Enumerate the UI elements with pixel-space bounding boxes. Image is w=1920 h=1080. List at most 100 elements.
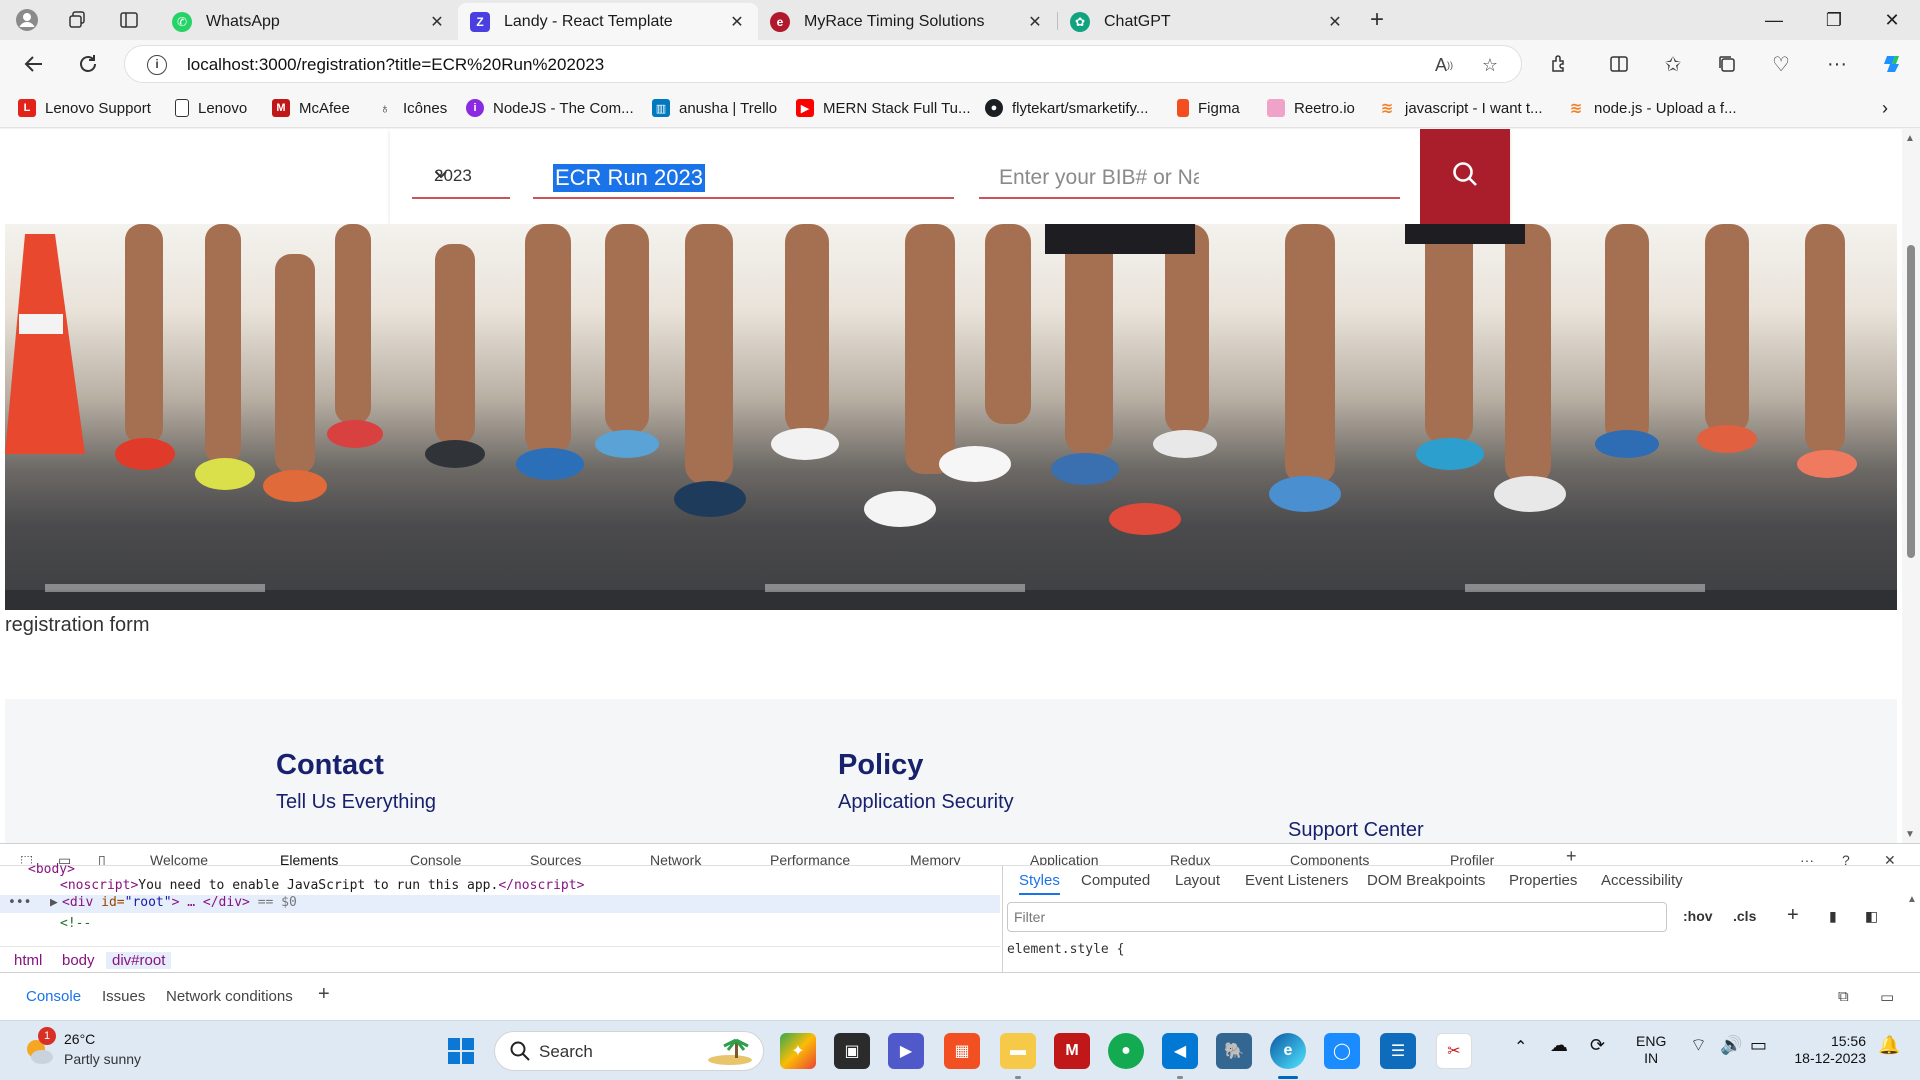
footer-support-link[interactable]: Support Center bbox=[1288, 819, 1424, 842]
tab-devtools-memory[interactable]: Memory bbox=[910, 852, 961, 865]
styles-filter-input[interactable]: Filter bbox=[1007, 902, 1667, 932]
split-screen-icon[interactable] bbox=[1602, 48, 1636, 80]
crumb-html[interactable]: html bbox=[14, 952, 42, 969]
task-view-icon[interactable]: ▣ bbox=[834, 1033, 870, 1069]
mongodb-compass-icon[interactable]: ● bbox=[1108, 1033, 1144, 1069]
weather-widget[interactable]: 1 26°C Partly sunny bbox=[22, 1027, 202, 1073]
close-drawer-icon[interactable]: ▭ bbox=[1880, 988, 1894, 1006]
settings-app-icon[interactable]: ◯ bbox=[1324, 1033, 1360, 1069]
tab-devtools-components[interactable]: Components bbox=[1290, 852, 1369, 865]
postgresql-icon[interactable]: 🐘 bbox=[1216, 1033, 1252, 1069]
tab-devtools-application[interactable]: Application bbox=[1030, 852, 1099, 865]
devtools-more-icon[interactable]: ··· bbox=[1800, 852, 1814, 865]
dock-side-icon[interactable]: ⧉ bbox=[1838, 988, 1849, 1005]
scroll-down-icon[interactable]: ▼ bbox=[1905, 829, 1915, 840]
show-hidden-icons-icon[interactable]: ⌃ bbox=[1514, 1039, 1527, 1056]
code-root-div-selected[interactable]: ••• ▶ <div id="root"> … </div> == $0 bbox=[0, 895, 1000, 913]
bib-search-input[interactable]: Enter your BIB# or Name bbox=[979, 157, 1400, 199]
footer-contact-link[interactable]: Tell Us Everything bbox=[276, 791, 436, 814]
tab-styles[interactable]: Styles bbox=[1019, 872, 1060, 895]
close-icon[interactable]: ✕ bbox=[728, 12, 746, 32]
tab-devtools-console[interactable]: Console bbox=[410, 852, 461, 865]
tab-devtools-elements[interactable]: Elements bbox=[280, 852, 339, 865]
tab-computed[interactable]: Computed bbox=[1081, 872, 1150, 889]
ellipsis-icon[interactable]: ••• bbox=[8, 895, 31, 910]
address-bar[interactable]: i localhost:3000/registration?title=ECR%… bbox=[124, 45, 1522, 83]
extensions-icon[interactable] bbox=[1542, 48, 1576, 80]
taskbar-search[interactable]: Search bbox=[494, 1031, 764, 1071]
class-toggle[interactable]: .cls bbox=[1733, 908, 1756, 924]
crumb-div-root[interactable]: div#root bbox=[106, 952, 172, 969]
bookmark-mern[interactable]: ▶ MERN Stack Full Tu... bbox=[796, 96, 971, 120]
mcafee-taskbar-icon[interactable]: M bbox=[1054, 1033, 1090, 1069]
tab-devtools-performance[interactable]: Performance bbox=[770, 852, 850, 865]
close-icon[interactable]: ✕ bbox=[428, 12, 446, 32]
bookmark-trello[interactable]: ▥ anusha | Trello bbox=[652, 96, 777, 120]
notifications-bell-icon[interactable]: 🔔 bbox=[1878, 1036, 1900, 1054]
teams-chat-icon[interactable]: ▶ bbox=[888, 1033, 924, 1069]
browser-essentials-icon[interactable]: ♡ bbox=[1764, 48, 1798, 80]
help-icon[interactable]: ? bbox=[1842, 852, 1850, 865]
bookmark-flytekart[interactable]: ● flytekart/smarketify... bbox=[985, 96, 1148, 120]
drawer-tab-console[interactable]: Console bbox=[26, 988, 81, 1005]
volume-icon[interactable]: 🔊 bbox=[1720, 1036, 1742, 1054]
new-tab-icon[interactable]: + bbox=[1360, 4, 1394, 36]
collections-icon[interactable] bbox=[1710, 48, 1744, 80]
code-noscript[interactable]: <noscript>You need to enable JavaScript … bbox=[60, 878, 584, 893]
bookmark-nodejs[interactable]: i NodeJS - The Com... bbox=[466, 96, 634, 120]
tab-devtools-sources[interactable]: Sources bbox=[530, 852, 581, 865]
tab-landy[interactable]: Z Landy - React Template ✕ bbox=[458, 3, 758, 40]
drawer-add-tab-icon[interactable]: + bbox=[318, 983, 330, 1006]
microsoft-store-icon[interactable]: ▦ bbox=[944, 1033, 980, 1069]
clock[interactable]: 15:56 18-12-2023 bbox=[1786, 1033, 1866, 1067]
code-comment[interactable]: <!-- bbox=[60, 916, 91, 931]
page-scrollbar[interactable]: ▲ ▼ bbox=[1902, 129, 1920, 843]
tab-accessibility[interactable]: Accessibility bbox=[1601, 872, 1683, 889]
sidebar-toggle-icon[interactable]: ◧ bbox=[1865, 908, 1878, 925]
bookmark-reetro[interactable]: Reetro.io bbox=[1267, 96, 1355, 120]
refresh-icon[interactable] bbox=[70, 48, 106, 80]
devtools-close-icon[interactable]: ✕ bbox=[1884, 852, 1896, 865]
more-tabs-plus-icon[interactable]: + bbox=[1566, 846, 1577, 865]
tab-dom-breakpoints[interactable]: DOM Breakpoints bbox=[1367, 872, 1485, 889]
sync-icon[interactable]: ⟳ bbox=[1590, 1036, 1605, 1054]
wifi-icon[interactable]: ⌔ bbox=[1690, 1036, 1707, 1054]
copilot-icon[interactable] bbox=[1876, 48, 1910, 80]
favorites-icon[interactable]: ✩ bbox=[1656, 48, 1690, 80]
bookmark-mcafee[interactable]: M McAfee bbox=[272, 96, 350, 120]
bookmark-nodejs-upload[interactable]: ≋ node.js - Upload a f... bbox=[1567, 96, 1737, 120]
year-select[interactable]: 2023 bbox=[412, 157, 510, 199]
notepad-icon[interactable]: ☰ bbox=[1380, 1033, 1416, 1069]
tab-layout[interactable]: Layout bbox=[1175, 872, 1220, 889]
tab-devtools-welcome[interactable]: Welcome bbox=[150, 852, 208, 865]
toggle-drawer-icon[interactable]: ▯ bbox=[98, 852, 106, 865]
tab-properties[interactable]: Properties bbox=[1509, 872, 1577, 889]
close-icon[interactable]: ✕ bbox=[1026, 12, 1044, 32]
tab-actions-icon[interactable] bbox=[112, 4, 146, 36]
edge-icon[interactable]: e bbox=[1270, 1033, 1306, 1069]
bookmark-lenovo-support[interactable]: L Lenovo Support bbox=[18, 96, 151, 120]
tab-event-listeners[interactable]: Event Listeners bbox=[1245, 872, 1348, 889]
profile-icon[interactable] bbox=[10, 4, 44, 36]
workspaces-icon[interactable] bbox=[60, 4, 94, 36]
vscode-icon[interactable]: ◀ bbox=[1162, 1033, 1198, 1069]
footer-policy-link[interactable]: Application Security bbox=[838, 791, 1014, 814]
event-name-input[interactable]: ECR Run 2023 bbox=[533, 157, 954, 199]
site-info-icon[interactable]: i bbox=[147, 55, 167, 75]
onedrive-icon[interactable]: ☁ bbox=[1550, 1036, 1568, 1054]
favorite-star-icon[interactable]: ☆ bbox=[1477, 53, 1503, 77]
bookmark-lenovo[interactable]: Lenovo bbox=[175, 96, 247, 120]
copilot-pre-icon[interactable]: ✦ bbox=[780, 1033, 816, 1069]
scroll-up-icon[interactable]: ▲ bbox=[1905, 133, 1915, 144]
bookmarks-overflow-chevron-icon[interactable]: › bbox=[1882, 96, 1888, 120]
expand-triangle-icon[interactable]: ▶ bbox=[50, 895, 58, 910]
drawer-tab-network-conditions[interactable]: Network conditions bbox=[166, 988, 293, 1005]
tab-whatsapp[interactable]: ✆ WhatsApp ✕ bbox=[160, 3, 458, 40]
tab-myrace[interactable]: e MyRace Timing Solutions ✕ bbox=[758, 3, 1056, 40]
bookmark-icones[interactable]: ♁ Icônes bbox=[376, 96, 447, 120]
element-style-rule[interactable]: element.style { bbox=[1007, 942, 1124, 957]
new-style-rule-icon[interactable]: + bbox=[1787, 904, 1799, 927]
more-options-icon[interactable]: ··· bbox=[1820, 48, 1854, 80]
close-icon[interactable]: ✕ bbox=[1326, 12, 1344, 32]
paint-brush-icon[interactable]: ▮ bbox=[1829, 908, 1837, 925]
